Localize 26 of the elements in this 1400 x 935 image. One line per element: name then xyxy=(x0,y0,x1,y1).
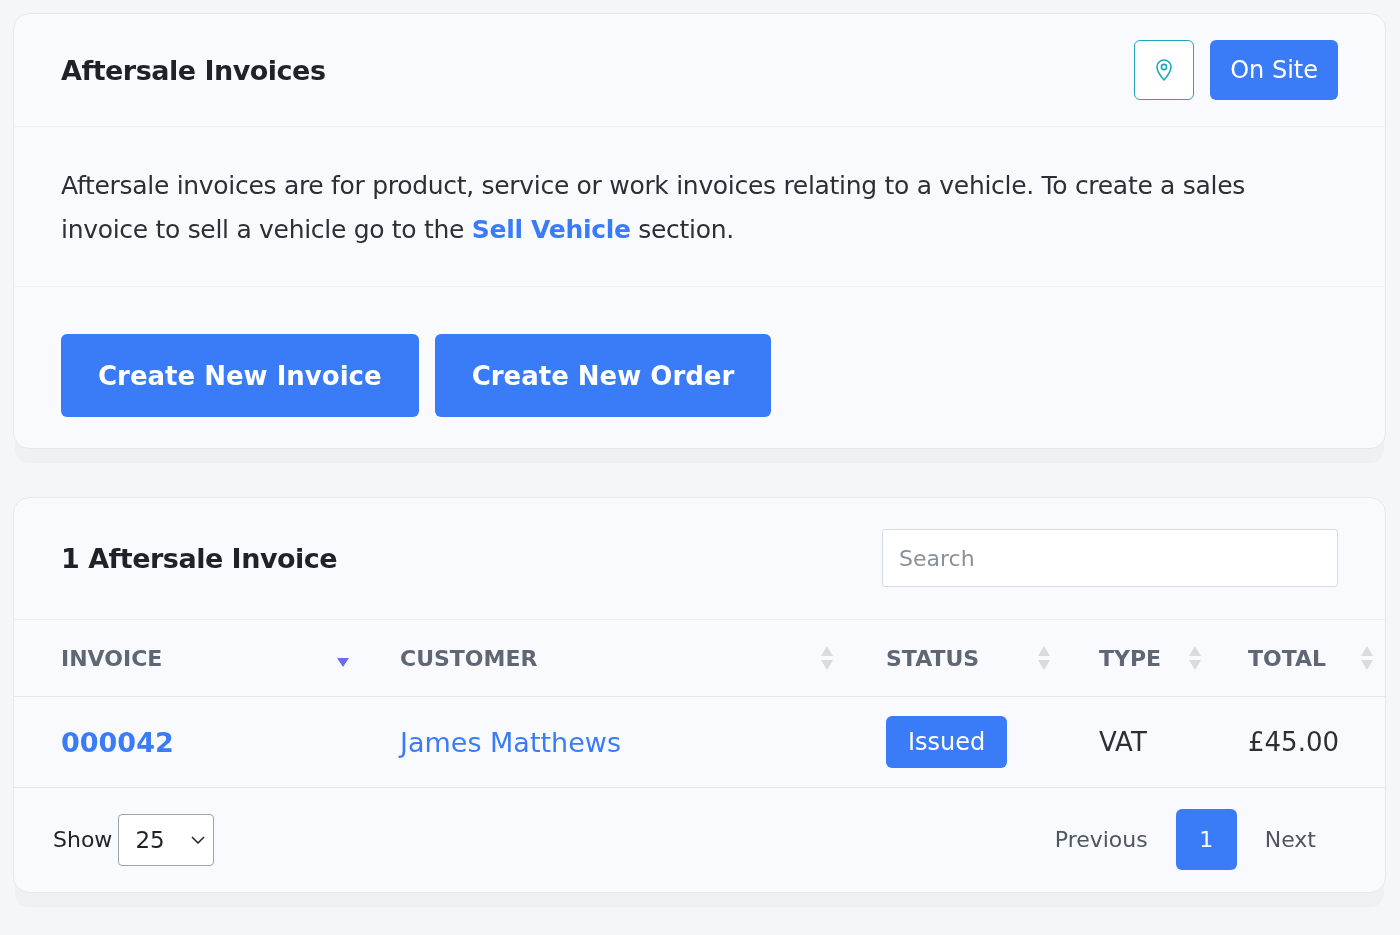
show-label: Show xyxy=(53,827,113,852)
column-header[interactable]: INVOICE xyxy=(61,645,400,671)
previous-button[interactable]: Previous xyxy=(1032,827,1170,852)
on-site-button[interactable]: On Site xyxy=(1210,40,1338,100)
description-text: Aftersale invoices are for product, service or work invoices relating to a vehicle. To create a sales invoice to sell a vehicle go to the Sell Vehicle section. xyxy=(61,170,1246,246)
table-cell: VAT xyxy=(1099,727,1147,757)
column-header[interactable]: CUSTOMER xyxy=(400,644,886,672)
page-title: Aftersale Invoices xyxy=(61,54,326,86)
create-button[interactable]: Create New Invoice xyxy=(61,334,419,417)
search-field[interactable]: Search xyxy=(882,529,1338,587)
next-button[interactable]: Next xyxy=(1242,827,1338,852)
customer-link[interactable]: James Matthews xyxy=(400,726,621,758)
chevron-down-icon xyxy=(191,835,206,844)
list-title: 1 Aftersale Invoice xyxy=(61,542,338,574)
map-pin-icon xyxy=(1154,58,1175,82)
invoice-link[interactable]: 000042 xyxy=(61,726,174,758)
column-header[interactable]: TYPE xyxy=(1099,644,1248,672)
column-header[interactable]: STATUS xyxy=(886,644,1099,672)
table-cell: £45.00 xyxy=(1248,727,1339,757)
page-button[interactable]: 1 xyxy=(1175,809,1237,870)
status-badge: Issued xyxy=(886,716,1008,768)
page-size-select[interactable]: 25 xyxy=(118,813,215,866)
create-button[interactable]: Create New Order xyxy=(434,334,772,417)
sell-vehicle-link[interactable]: Sell Vehicle xyxy=(471,215,631,244)
location-button[interactable] xyxy=(1134,40,1195,100)
column-header[interactable]: TOTAL xyxy=(1248,644,1374,672)
